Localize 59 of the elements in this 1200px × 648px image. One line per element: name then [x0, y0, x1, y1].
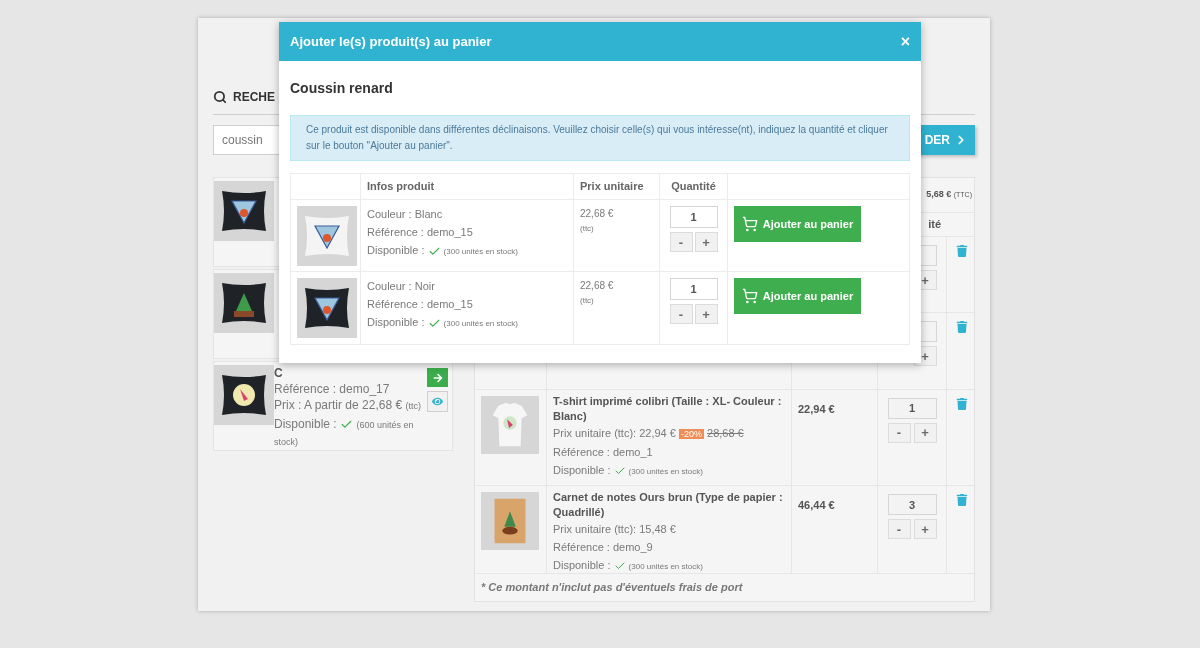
variant-availability: Disponible : (300 unités en stock)	[367, 243, 519, 260]
variant-reference: Référence : demo_15	[367, 297, 474, 312]
quantity-button[interactable]: -	[887, 519, 911, 540]
column-header: Quantité	[660, 174, 728, 199]
quantity-field[interactable]: 1	[669, 206, 718, 228]
cart-item-availability: Disponible : (300 unités en stock)	[553, 462, 704, 479]
add-button[interactable]	[427, 368, 448, 387]
result-reference: Référence : demo_17	[274, 381, 391, 397]
add-to-cart-button[interactable]: Ajouter au panier	[734, 278, 861, 314]
info-text: Ce produit est disponible dans différentes déclinaisons. Veuillez choisir celle(s) qui vous intéresse(nt), indiquez la quantité et cliquer sur le bouton "Ajouter au panier".	[306, 124, 888, 151]
cart-item-price: 46,44 €	[798, 499, 835, 512]
cart-item-title: T-shirt imprimé colibri (Taille : XL- Couleur : Blanc)	[553, 393, 783, 424]
column-header: Prix unitaire	[574, 174, 660, 199]
quantity-button[interactable]: -	[669, 232, 693, 252]
variant-color: Couleur : Blanc	[367, 207, 444, 222]
cart-item-availability: Disponible : (300 unités en stock)	[553, 558, 704, 575]
trash-icon[interactable]	[955, 494, 968, 507]
variant-price: 22,68 €	[580, 207, 615, 221]
quantity-button[interactable]: -	[887, 422, 911, 443]
close-button[interactable]: ×	[900, 33, 910, 50]
product-name: Coussin renard	[290, 79, 394, 98]
quantity-button[interactable]: +	[913, 422, 937, 443]
eye-icon	[432, 396, 443, 407]
price-note: (ttc)	[580, 295, 595, 307]
variant-price: 22,68 €	[580, 279, 615, 293]
cart-icon	[741, 216, 758, 232]
quantity-button[interactable]: +	[694, 232, 718, 252]
view-button[interactable]	[427, 391, 448, 412]
cart-icon	[741, 288, 758, 304]
trash-icon[interactable]	[955, 245, 968, 258]
cart-item-title: Carnet de notes Ours brun (Type de papier : Quadrillé)	[553, 490, 784, 521]
cart-item-price: 22,94 €	[798, 402, 835, 415]
result-availability: Disponible : (600 unités en stock)	[274, 416, 415, 449]
arrow-right-icon	[432, 372, 443, 383]
result-price: Prix : A partir de 22,68 € (ttc)	[274, 397, 422, 414]
quantity-button[interactable]: +	[913, 519, 937, 540]
variant-reference: Référence : demo_15	[367, 225, 474, 240]
cart-item-unit-price: Prix unitaire (ttc): 15,48 €	[553, 522, 677, 538]
trash-icon[interactable]	[955, 321, 968, 334]
quantity-button[interactable]: -	[669, 304, 693, 324]
quantity-field[interactable]: 1	[669, 278, 718, 300]
search-icon	[213, 90, 227, 104]
quantity-field[interactable]: 3	[887, 494, 937, 516]
cart-item-unit-price: Prix unitaire (ttc): 22,94 € -20% 28,68 €	[553, 425, 745, 441]
modal-title: Ajouter le(s) produit(s) au panier	[290, 32, 492, 51]
variant-availability: Disponible : (300 unités en stock)	[367, 315, 519, 332]
column-header: Infos produit	[361, 174, 574, 199]
cart-item-reference: Référence : demo_9	[553, 540, 654, 556]
shipping-note: * Ce montant n'inclut pas d'éventuels frais de port	[481, 580, 743, 596]
quantity-button[interactable]: +	[694, 304, 718, 324]
cart-item-reference: Référence : demo_1	[553, 444, 654, 460]
result-title: C	[274, 365, 284, 381]
price-note: (ttc)	[580, 223, 595, 235]
trash-icon[interactable]	[955, 397, 968, 410]
add-to-cart-button[interactable]: Ajouter au panier	[734, 206, 861, 242]
search-heading: RECHE	[233, 89, 275, 106]
variant-color: Couleur : Noir	[367, 279, 436, 294]
column-header: ité	[928, 217, 942, 233]
quantity-field[interactable]: 1	[887, 397, 937, 419]
